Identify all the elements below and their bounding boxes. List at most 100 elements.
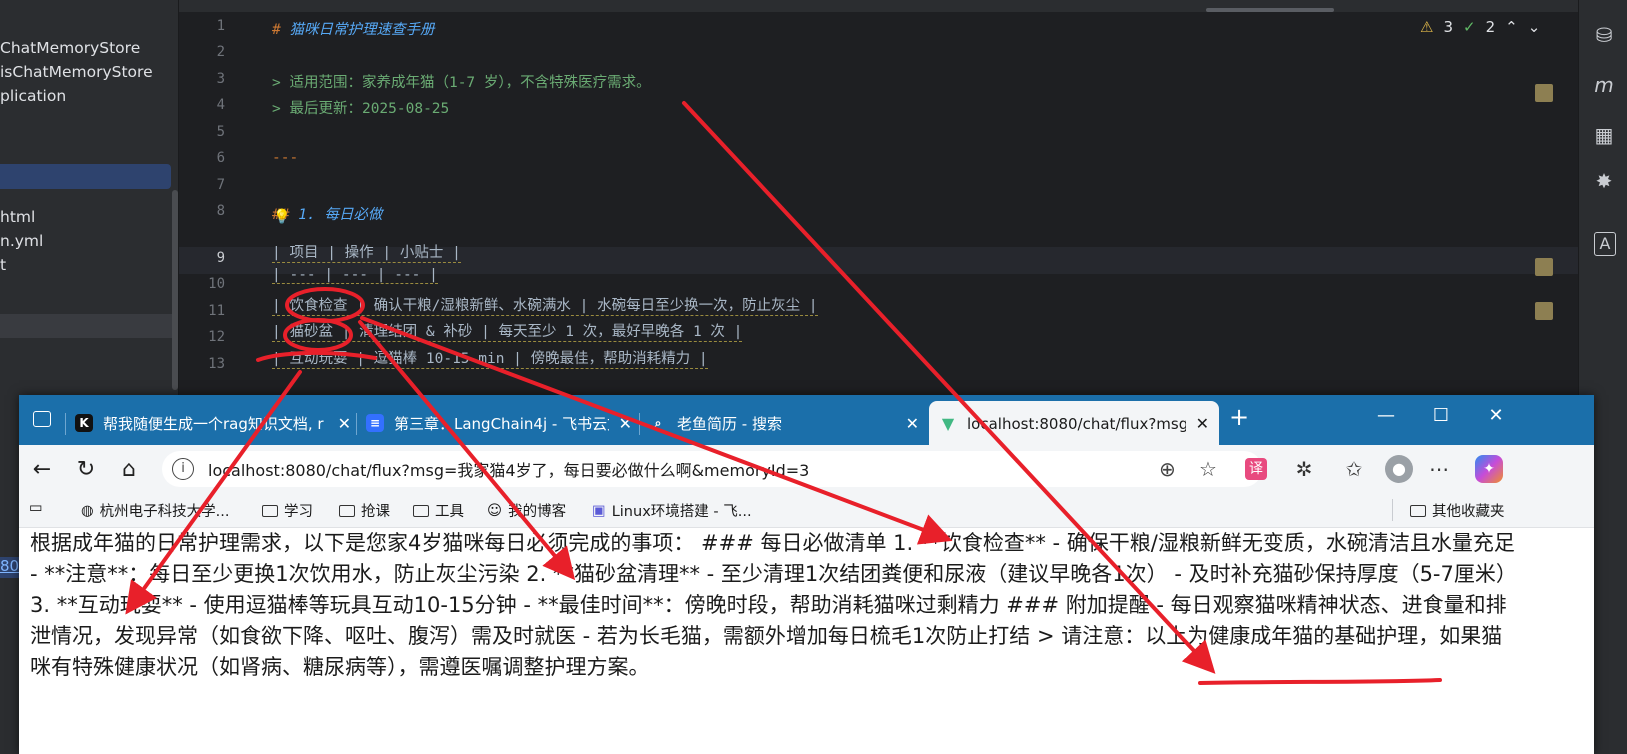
project-item[interactable]: isChatMemoryStore xyxy=(0,63,153,81)
folder-icon xyxy=(262,504,278,517)
zoom-icon[interactable]: ⊕ xyxy=(1159,457,1176,481)
code-line-13[interactable]: | 互动玩耍 | 逗猫棒 10-15 min | 傍晚最佳，帮助消耗精力 | xyxy=(272,347,708,369)
code-line-9[interactable]: | 项目 | 操作 | 小贴士 | xyxy=(272,241,461,263)
editor-tab-strip xyxy=(179,0,1579,12)
project-item[interactable]: n.yml xyxy=(0,232,43,250)
more-icon[interactable]: ⋯ xyxy=(1425,455,1453,483)
inspection-widget[interactable]: ⚠ 3 ✓ 2 ⌃ ⌄ xyxy=(1420,18,1540,36)
blog-icon: ☺ xyxy=(487,502,503,519)
folder-icon xyxy=(339,504,355,517)
window-close-icon[interactable]: ✕ xyxy=(1481,405,1511,426)
line-number: 5 xyxy=(216,124,225,140)
maven-icon[interactable]: m xyxy=(1591,72,1617,98)
warning-icon: ⚠ xyxy=(1420,18,1434,36)
translate-icon[interactable]: A xyxy=(1594,232,1616,256)
line-number: 11 xyxy=(208,303,225,319)
code-line-3[interactable]: > 适用范围：家养成年猫（1-7 岁），不含特殊医疗需求。 xyxy=(272,71,651,92)
project-item[interactable]: plication xyxy=(0,87,66,105)
bookmark-label: 其他收藏夹 xyxy=(1432,504,1505,520)
line-number: 1 xyxy=(216,18,225,34)
code-line-11[interactable]: | 饮食检查 | 确认干粮/湿粮新鲜、水碗满水 | 水碗每日至少换一次，防止灰尘… xyxy=(272,294,818,316)
tab-label: 第三章：LangChain4j - 飞书云文档 xyxy=(394,414,609,433)
bookmark-folder[interactable]: 学习 xyxy=(262,500,313,521)
close-icon[interactable]: ✕ xyxy=(1196,414,1209,433)
bookmark-label: 学习 xyxy=(284,504,313,520)
chevron-up-icon[interactable]: ⌃ xyxy=(1505,18,1518,36)
tab-label: 老鱼简历 - 搜索 xyxy=(677,414,782,433)
code-line-6[interactable]: --- xyxy=(272,150,298,166)
project-hover-row[interactable] xyxy=(0,314,178,338)
heading-text: 猫咪日常护理速查手册 xyxy=(280,22,435,38)
project-scrollbar[interactable] xyxy=(172,190,178,390)
marker[interactable] xyxy=(1535,302,1553,320)
bookmark-folder[interactable]: 抢课 xyxy=(339,500,390,521)
check-icon: ✓ xyxy=(1463,18,1476,36)
tab-feishu-doc[interactable]: ≡ 第三章：LangChain4j - 飞书云文档 ✕ xyxy=(366,403,632,443)
tab-search[interactable]: ⌕ 老鱼简历 - 搜索 ✕ xyxy=(649,403,919,443)
tab-separator xyxy=(356,413,357,435)
bookmark-item[interactable]: ◍ 杭州电子科技大学... xyxy=(81,500,229,521)
vue-icon: ▼ xyxy=(941,413,955,433)
profile-avatar[interactable]: ● xyxy=(1385,455,1413,483)
close-icon[interactable]: ✕ xyxy=(338,414,351,433)
tab-bar: K 帮我随便生成一个rag知识文档, r ✕ ≡ 第三章：LangChain4j… xyxy=(19,395,1594,445)
code-line-12[interactable]: | 猫砂盆 | 清理结团 & 补砂 | 每天至少 1 次，最好早晚各 1 次 | xyxy=(272,320,743,342)
extensions-icon[interactable]: ✲ xyxy=(1290,455,1318,483)
project-item[interactable]: html xyxy=(0,208,35,226)
copilot-icon[interactable]: ✦ xyxy=(1475,455,1503,483)
lightbulb-icon[interactable]: 💡 xyxy=(273,209,290,229)
address-bar[interactable]: i localhost:8080/chat/flux?msg=我家猫4岁了，每日… xyxy=(162,451,1262,487)
marker[interactable] xyxy=(1535,258,1553,276)
reading-list-icon[interactable]: ▭ xyxy=(29,500,43,516)
line-number: 2 xyxy=(216,44,225,60)
code-line-4[interactable]: > 最后更新：2025-08-25 xyxy=(272,97,449,118)
close-icon[interactable]: ✕ xyxy=(906,414,919,433)
other-bookmarks-folder[interactable]: 其他收藏夹 xyxy=(1410,500,1505,521)
left-edge-link[interactable]: 80/ xyxy=(0,557,19,578)
tab-actions-icon[interactable] xyxy=(33,411,51,427)
line-number: 4 xyxy=(216,97,225,113)
code-line-10[interactable]: | --- | --- | --- | xyxy=(272,267,438,284)
heading-marker: # xyxy=(272,22,281,38)
refresh-icon[interactable]: ↻ xyxy=(71,455,101,485)
back-arrow-icon[interactable]: ← xyxy=(27,455,57,485)
bookmark-label: Linux环境搭建 - 飞... xyxy=(611,504,752,520)
structure-icon[interactable]: ▦ xyxy=(1591,122,1617,148)
line-number: 7 xyxy=(216,177,225,193)
heading-text: 1. 每日必做 xyxy=(289,207,383,223)
bookmark-divider xyxy=(1392,499,1393,521)
search-icon: ⌕ xyxy=(654,415,662,430)
maximize-icon[interactable]: ☐ xyxy=(1426,405,1456,426)
line-number: 12 xyxy=(208,329,225,345)
minimize-icon[interactable]: — xyxy=(1371,405,1401,426)
close-icon[interactable]: ✕ xyxy=(619,414,632,433)
bookmark-item[interactable]: ▣ Linux环境搭建 - 飞... xyxy=(592,500,752,521)
home-icon[interactable]: ⌂ xyxy=(114,455,144,485)
bookmark-item[interactable]: ☺ 我的博客 xyxy=(487,500,566,521)
bookmark-label: 工具 xyxy=(435,504,464,520)
url-text[interactable]: localhost:8080/chat/flux?msg=我家猫4岁了，每日要必… xyxy=(208,457,809,481)
project-item[interactable]: ChatMemoryStore xyxy=(0,39,140,57)
globe-icon: ◍ xyxy=(81,502,94,519)
tab-kimi[interactable]: K 帮我随便生成一个rag知识文档, r ✕ xyxy=(75,403,351,443)
ai-assistant-icon[interactable]: ✸ xyxy=(1591,168,1617,194)
doc-icon: ≡ xyxy=(366,414,384,432)
marker[interactable] xyxy=(1535,84,1553,102)
line-number-current: 9 xyxy=(216,250,225,266)
info-icon[interactable]: i xyxy=(172,458,194,480)
line-number: 10 xyxy=(208,276,225,292)
line-number: 3 xyxy=(216,71,225,87)
page-content: 根据成年猫的日常护理需求，以下是您家4岁猫咪每日必须完成的事项： ### 每日必… xyxy=(19,528,1594,754)
bookmark-folder[interactable]: 工具 xyxy=(413,500,464,521)
project-selected-row[interactable] xyxy=(0,164,171,189)
editor-tab-scroll[interactable] xyxy=(1206,8,1334,12)
database-icon[interactable]: ⛁ xyxy=(1591,22,1617,48)
bookmark-label: 杭州电子科技大学... xyxy=(99,504,230,520)
favorites-icon[interactable]: ✩ xyxy=(1340,455,1368,483)
project-item[interactable]: t xyxy=(0,256,6,274)
tab-localhost[interactable]: ▼ localhost:8080/chat/flux?msg=我家 ✕ xyxy=(929,401,1219,445)
new-tab-button[interactable]: + xyxy=(1229,403,1249,431)
favorite-star-icon[interactable]: ☆ xyxy=(1199,457,1217,481)
translate-extension-icon[interactable]: 译 xyxy=(1245,458,1267,480)
code-line-1[interactable]: # 猫咪日常护理速查手册 xyxy=(272,18,434,39)
